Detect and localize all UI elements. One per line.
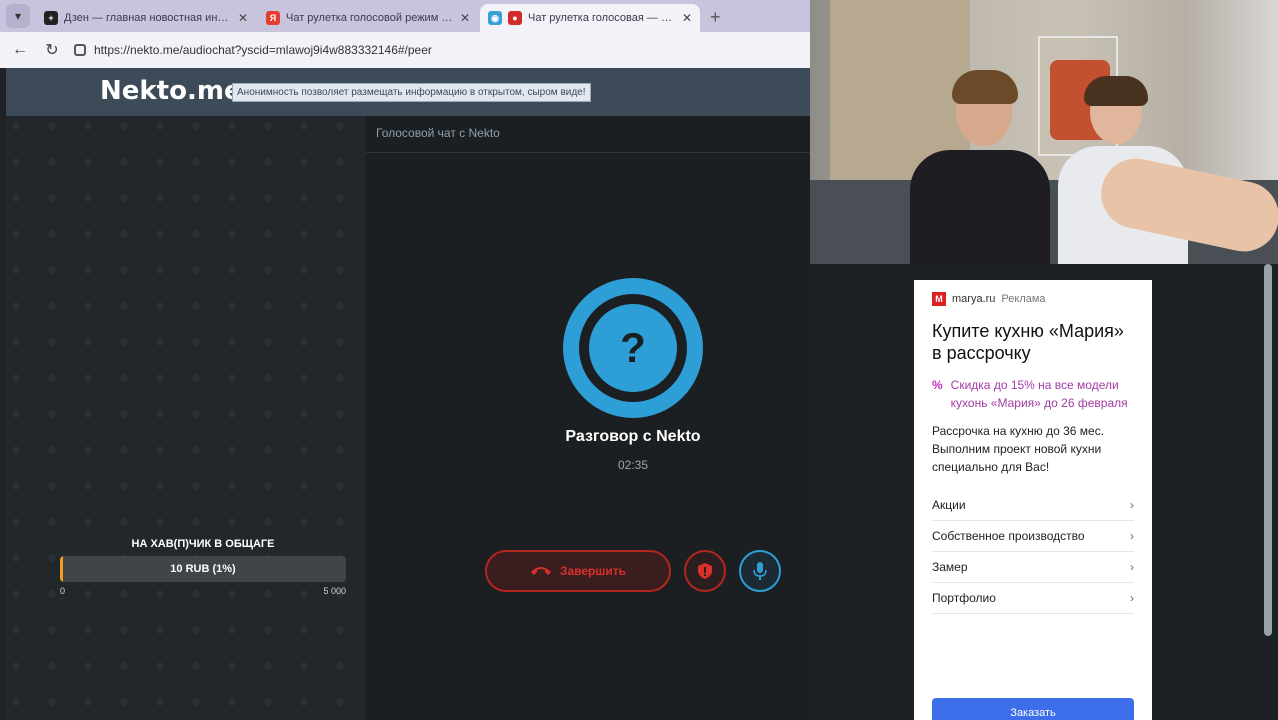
nekto-site: Nekto.me Анонимность позволяет размещать… <box>6 68 810 720</box>
ad-link-label: Акции <box>932 498 966 512</box>
donation-progress-bar: 10 RUB (1%) <box>60 556 346 582</box>
dzen-favicon-icon: + <box>44 11 58 25</box>
end-call-label: Завершить <box>559 564 627 578</box>
site-logo[interactable]: Nekto.me <box>100 76 242 106</box>
ad-promo: % Скидка до 15% на все модели кухонь «Ма… <box>932 376 1134 412</box>
webcam-person-2-hair <box>1084 76 1148 106</box>
tab-title: Чат рулетка голосовая — N... <box>528 12 676 24</box>
ad-link-label: Портфолио <box>932 591 996 605</box>
donation-title: НА ХАВ(П)ЧИК В ОБЩАГЕ <box>131 538 275 550</box>
webcam-person-1-hair <box>952 70 1018 104</box>
reload-icon[interactable]: ↻ <box>42 40 62 60</box>
chevron-right-icon: › <box>1130 591 1134 605</box>
ad-links: Акции › Собственное производство › Замер › … <box>932 490 1134 614</box>
tab-title: Дзен — главная новостная инф... <box>64 12 232 24</box>
ad-order-button[interactable]: Заказать <box>932 698 1134 720</box>
ad-link-item[interactable]: Портфолио › <box>932 583 1134 614</box>
shield-icon <box>698 563 712 579</box>
brand-logo-icon: M <box>932 292 946 306</box>
report-button[interactable] <box>684 550 726 592</box>
webcam-person-1 <box>910 150 1050 264</box>
question-mark-icon: ? <box>589 304 677 392</box>
divider <box>366 152 810 153</box>
background-pattern <box>6 116 366 720</box>
ad-link-label: Замер <box>932 560 968 574</box>
donation-scale: 0 5 000 <box>60 586 346 596</box>
chat-panel-title: Голосовой чат с Nekto <box>376 126 500 140</box>
donation-amount: 10 RUB (1%) <box>170 563 236 575</box>
advertisement[interactable]: M marya.ru Реклама Купите кухню «Мария» … <box>914 280 1152 720</box>
back-arrow-icon[interactable]: ← <box>10 41 30 59</box>
browser-tab-3[interactable]: ◉ ● Чат рулетка голосовая — N... ✕ <box>480 4 700 32</box>
browser-tab-2[interactable]: Я Чат рулетка голосовой режим — ... ✕ <box>258 4 478 32</box>
screen: ▾ + Дзен — главная новостная инф... ✕ Я … <box>0 0 1278 720</box>
url-text: https://nekto.me/audiochat?yscid=mlawoj9… <box>94 43 432 57</box>
recording-favicon-icon: ● <box>508 11 522 25</box>
ad-description: Рассрочка на кухню до 36 мес. Выполним п… <box>932 424 1105 474</box>
ad-promo-text: Скидка до 15% на все модели кухонь «Мари… <box>950 378 1128 410</box>
tab-list-menu-icon[interactable]: ▾ <box>6 4 30 28</box>
chevron-right-icon: › <box>1130 560 1134 574</box>
ad-link-item[interactable]: Акции › <box>932 490 1134 521</box>
hang-up-phone-icon <box>530 567 551 575</box>
webcam-overlay <box>810 0 1278 264</box>
lock-icon <box>74 44 86 56</box>
new-tab-button[interactable]: + <box>710 7 721 28</box>
avatar-ring: ? <box>579 294 687 402</box>
microphone-button[interactable] <box>739 550 781 592</box>
browser-tab-1[interactable]: + Дзен — главная новостная инф... ✕ <box>36 4 256 32</box>
ad-label: Реклама <box>1001 293 1046 305</box>
peer-avatar: ? <box>563 278 703 418</box>
end-call-button[interactable]: Завершить <box>485 550 671 592</box>
anonymity-notice: Анонимность позволяет размещать информац… <box>232 83 591 102</box>
ad-link-item[interactable]: Замер › <box>932 552 1134 583</box>
yandex-favicon-icon: Я <box>266 11 280 25</box>
ad-link-label: Собственное производство <box>932 529 1085 543</box>
percent-icon: % <box>932 378 943 392</box>
address-bar: ← ↻ https://nekto.me/audiochat?yscid=mla… <box>0 32 810 68</box>
chevron-right-icon: › <box>1130 529 1134 543</box>
ad-source-domain: marya.ru <box>952 293 996 305</box>
scrollbar[interactable] <box>1264 264 1272 636</box>
tab-title: Чат рулетка голосовой режим — ... <box>286 12 454 24</box>
ad-source: M marya.ru Реклама <box>932 292 1134 306</box>
voice-chat-panel: Голосовой чат с Nekto ? Разговор с Nekto… <box>366 116 810 720</box>
donation-max: 5 000 <box>323 586 346 596</box>
close-tab-icon[interactable]: ✕ <box>460 11 470 25</box>
ad-link-item[interactable]: Собственное производство › <box>932 521 1134 552</box>
chevron-right-icon: › <box>1130 498 1134 512</box>
microphone-icon <box>753 562 767 580</box>
close-tab-icon[interactable]: ✕ <box>238 11 248 25</box>
donation-widget[interactable]: НА ХАВ(П)ЧИК В ОБЩАГЕ 10 RUB (1%) 0 5 00… <box>60 538 346 596</box>
site-header: Nekto.me Анонимность позволяет размещать… <box>6 68 810 116</box>
browser-tab-bar: ▾ + Дзен — главная новостная инф... ✕ Я … <box>0 0 810 32</box>
close-tab-icon[interactable]: ✕ <box>682 11 692 25</box>
audio-playing-icon[interactable]: ◉ <box>488 11 502 25</box>
ad-title[interactable]: Купите кухню «Мария» в рассрочку <box>932 320 1134 364</box>
url-field[interactable]: https://nekto.me/audiochat?yscid=mlawoj9… <box>74 43 810 57</box>
donation-min: 0 <box>60 586 66 596</box>
